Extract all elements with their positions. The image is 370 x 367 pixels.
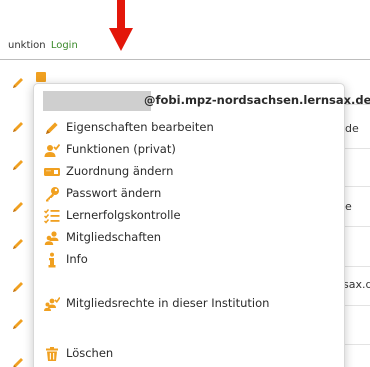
menu-item-label: Info	[66, 252, 88, 266]
trash-icon	[44, 346, 60, 362]
user-email-domain: @fobi.mpz-nordsachsen.lernsax.de	[144, 93, 370, 107]
row-edit-pencil-icon[interactable]	[11, 237, 25, 251]
menu-item-info[interactable]: Info	[44, 250, 336, 270]
menu-item-edit-properties[interactable]: Eigenschaften bearbeiten	[44, 118, 336, 138]
menu-item-change-assignment[interactable]: Zuordnung ändern	[44, 162, 336, 182]
menu-user-header: @fobi.mpz-nordsachsen.lernsax.de	[34, 90, 370, 112]
menu-item-functions-private[interactable]: Funktionen (privat)	[44, 140, 336, 160]
users-check-icon	[44, 296, 60, 312]
key-icon	[44, 186, 60, 202]
header-login-link[interactable]: Login	[51, 40, 78, 51]
row-edit-pencil-icon[interactable]	[11, 280, 25, 294]
row-edit-pencil-icon[interactable]	[11, 356, 25, 367]
menu-item-label: Mitgliedschaften	[66, 230, 162, 244]
redacted-email-mask	[43, 91, 151, 111]
menu-item-member-rights[interactable]: Mitgliedsrechte in dieser Institution	[44, 294, 336, 314]
context-menu: @fobi.mpz-nordsachsen.lernsax.de Eigensc…	[33, 83, 370, 367]
menu-item-label: Passwort ändern	[66, 186, 162, 200]
id-card-icon	[44, 164, 60, 180]
menu-item-label: Mitgliedsrechte in dieser Institution	[66, 296, 270, 310]
row-edit-pencil-icon[interactable]	[11, 317, 25, 331]
screen: unktion Login de e sax.d @fobi.mpz-nords…	[0, 0, 370, 367]
row-edit-pencil-icon[interactable]	[11, 76, 25, 90]
menu-item-label: Lernerfolgskontrolle	[66, 208, 181, 222]
menu-item-label: Eigenschaften bearbeiten	[66, 120, 214, 134]
user-check-icon	[44, 142, 60, 158]
row-edit-pencil-icon[interactable]	[11, 158, 25, 172]
row-menu-trigger-icon[interactable]	[36, 72, 46, 82]
info-icon	[44, 252, 60, 268]
menu-item-label: Zuordnung ändern	[66, 164, 174, 178]
checklist-icon	[44, 208, 60, 224]
header-function-label: unktion	[8, 40, 46, 51]
menu-item-memberships[interactable]: Mitgliedschaften	[44, 228, 336, 248]
row-text-fragment: de	[345, 122, 359, 135]
row-edit-pencil-icon[interactable]	[11, 120, 25, 134]
row-text-fragment: e	[345, 200, 352, 213]
table-header: unktion Login	[8, 40, 78, 51]
menu-item-learning-progress[interactable]: Lernerfolgskontrolle	[44, 206, 336, 226]
row-text-fragment: sax.d	[343, 278, 370, 291]
users-icon	[44, 230, 60, 246]
menu-item-delete[interactable]: Löschen	[44, 344, 336, 364]
header-divider	[0, 59, 370, 60]
menu-item-change-password[interactable]: Passwort ändern	[44, 184, 336, 204]
pencil-icon	[44, 120, 60, 136]
row-edit-pencil-icon[interactable]	[11, 200, 25, 214]
annotation-arrow-icon	[108, 0, 134, 52]
menu-item-label: Funktionen (privat)	[66, 142, 176, 156]
menu-item-label: Löschen	[66, 346, 114, 360]
